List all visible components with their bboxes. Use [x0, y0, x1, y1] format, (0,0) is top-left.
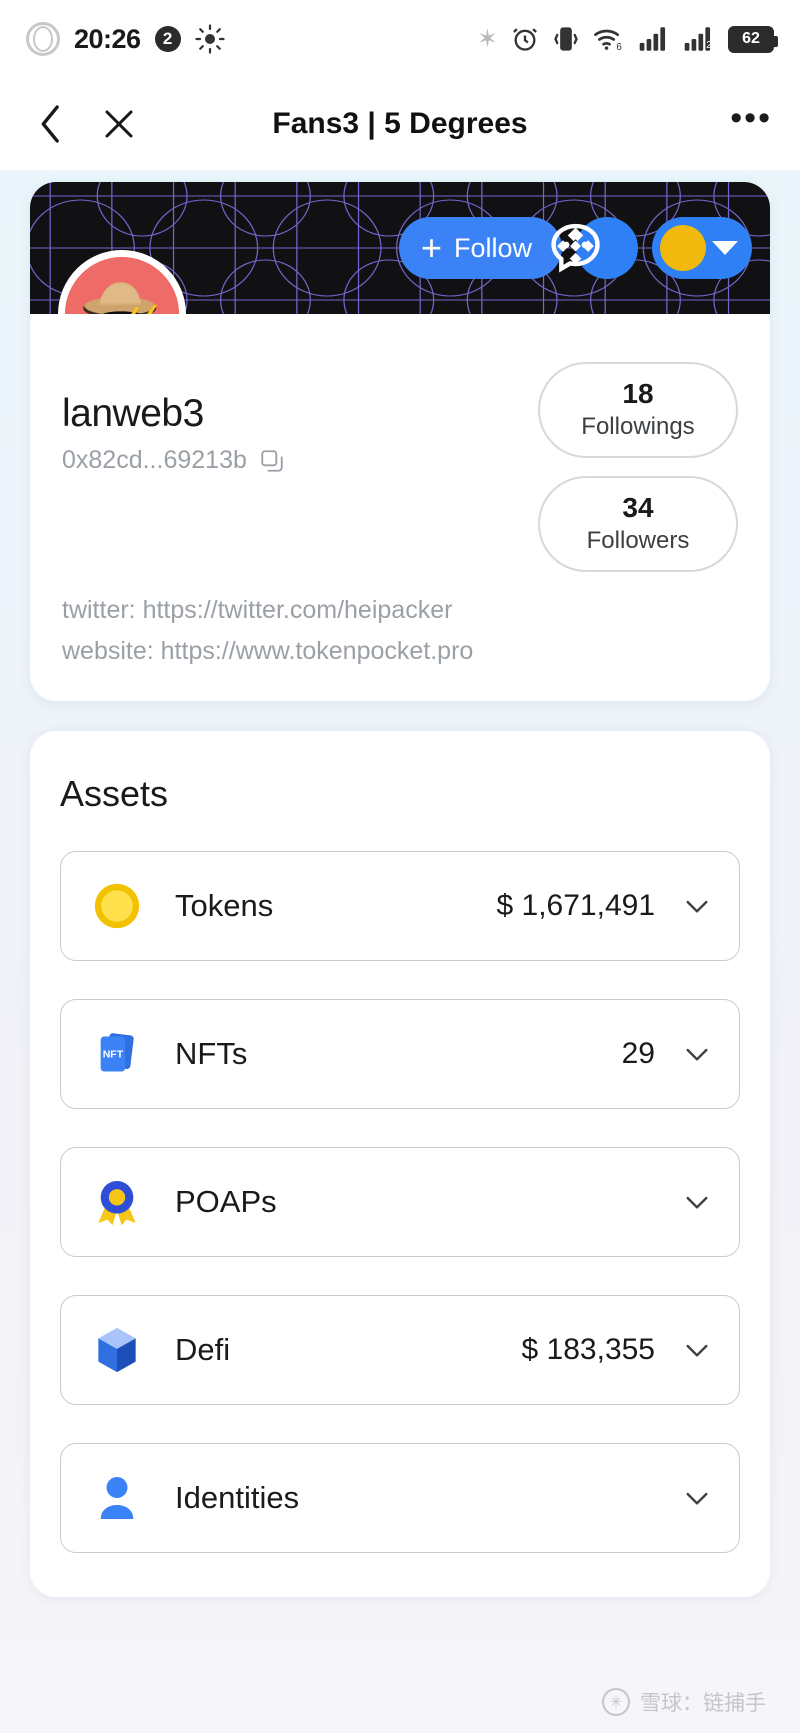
brightness-icon: [194, 24, 225, 54]
page-content: + Follow lanweb3 0x82cd...69213b 18 Foll…: [0, 170, 800, 1733]
coin-icon: [87, 876, 147, 936]
asset-label-identities: Identities: [175, 1480, 300, 1515]
profile-link-twitter[interactable]: twitter: https://twitter.com/heipacker: [62, 590, 738, 631]
profile-card: + Follow lanweb3 0x82cd...69213b 18 Foll…: [30, 182, 770, 701]
asset-row-nfts[interactable]: NFT NFTs 29: [60, 999, 740, 1109]
stat-followings-value: 18: [622, 378, 654, 410]
copy-icon[interactable]: [259, 448, 285, 474]
watermark-text: 雪球：链捕手: [640, 1692, 766, 1715]
status-bar: 20:26 2 ✶ 6 2 62: [0, 0, 800, 78]
profile-identity: lanweb3 0x82cd...69213b: [62, 392, 518, 572]
stat-followers-value: 34: [622, 492, 654, 524]
profile-main-row: lanweb3 0x82cd...69213b 18 Followings 34…: [62, 362, 738, 572]
poap-badge-icon: [87, 1172, 147, 1232]
chain-selector-button[interactable]: [557, 217, 752, 279]
chevron-down-icon[interactable]: [681, 1334, 713, 1366]
signal-1-icon: [638, 26, 670, 52]
navbar: Fans3 | 5 Degrees •••: [0, 78, 800, 170]
vibrate-icon: [552, 25, 580, 53]
more-horizontal-icon[interactable]: •••: [730, 101, 772, 135]
avatar[interactable]: [58, 250, 186, 314]
assets-card: Assets Tokens $ 1,671,491 NFT NFTs 29 PO…: [30, 731, 770, 1597]
profile-banner: + Follow: [30, 182, 770, 314]
back-button[interactable]: [28, 101, 74, 147]
asset-row-poaps[interactable]: POAPs: [60, 1147, 740, 1257]
battery-icon: 62: [728, 25, 778, 53]
asset-row-identities[interactable]: Identities: [60, 1443, 740, 1553]
chevron-down-icon[interactable]: [681, 1038, 713, 1070]
status-bar-right: ✶ 6 2 62: [477, 24, 778, 54]
status-bar-time: 20:26: [74, 23, 141, 54]
alarm-icon: [511, 25, 539, 53]
watermark: ✳ 雪球：链捕手: [602, 1687, 766, 1717]
close-button[interactable]: [96, 101, 142, 147]
profile-body: lanweb3 0x82cd...69213b 18 Followings 34…: [30, 314, 770, 671]
stat-followings-label: Followings: [581, 412, 695, 440]
identity-person-icon: [87, 1468, 147, 1528]
username: lanweb3: [62, 392, 204, 435]
profile-link-website[interactable]: website: https://www.tokenpocket.pro: [62, 631, 738, 672]
avatar-artwork: [65, 257, 179, 314]
stat-followers[interactable]: 34 Followers: [538, 476, 738, 572]
defi-cube-icon: [87, 1320, 147, 1380]
status-bar-left: 20:26 2: [26, 22, 225, 56]
wallet-address-row[interactable]: 0x82cd...69213b: [62, 446, 518, 475]
svg-text:2: 2: [706, 40, 711, 51]
asset-value-nfts: 29: [621, 1037, 655, 1070]
chevron-down-icon[interactable]: [681, 1482, 713, 1514]
banner-actions: + Follow: [398, 217, 752, 279]
profile-stats: 18 Followings 34 Followers: [518, 362, 738, 572]
svg-text:6: 6: [616, 42, 622, 53]
recorder-ring-icon: [26, 22, 60, 56]
xueqiu-logo-icon: ✳: [602, 1688, 630, 1716]
svg-text:NFT: NFT: [103, 1049, 124, 1061]
stat-followings[interactable]: 18 Followings: [538, 362, 738, 458]
asset-label-poaps: POAPs: [175, 1184, 277, 1219]
asset-label-nfts: NFTs: [175, 1036, 248, 1071]
stat-followers-label: Followers: [586, 526, 690, 554]
chevron-down-icon[interactable]: [681, 1186, 713, 1218]
asset-row-tokens[interactable]: Tokens $ 1,671,491: [60, 851, 740, 961]
asset-row-defi[interactable]: Defi $ 183,355: [60, 1295, 740, 1405]
wifi-icon: 6: [593, 25, 625, 53]
avatar-image: [65, 257, 179, 314]
profile-links: twitter: https://twitter.com/heipacker w…: [62, 590, 738, 671]
signal-2-icon: 2: [683, 26, 715, 52]
bluetooth-icon: ✶: [477, 25, 498, 53]
asset-value-tokens: $ 1,671,491: [496, 889, 655, 922]
wallet-address: 0x82cd...69213b: [62, 446, 247, 474]
chevron-down-icon[interactable]: [681, 890, 713, 922]
nft-cards-icon: NFT: [87, 1024, 147, 1084]
notification-count-badge: 2: [154, 26, 181, 52]
asset-label-tokens: Tokens: [175, 888, 274, 923]
asset-label-defi: Defi: [175, 1332, 231, 1367]
binance-bnb-icon: [557, 225, 706, 271]
asset-value-defi: $ 183,355: [521, 1333, 655, 1366]
assets-section-title: Assets: [60, 773, 169, 814]
battery-level-text: 62: [742, 30, 760, 47]
